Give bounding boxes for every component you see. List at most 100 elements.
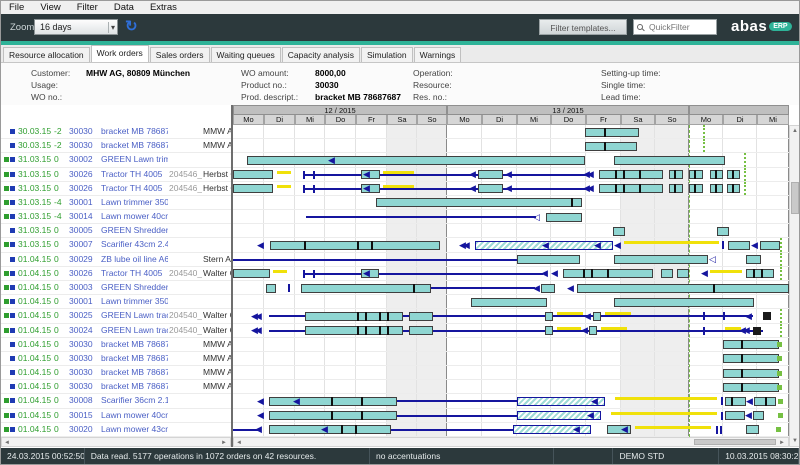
table-row[interactable]: 31.03.15030026Tractor TH 4005204546_15He… <box>1 168 231 182</box>
table-row[interactable]: 31.03.15030026Tractor TH 4005204546_16He… <box>1 182 231 196</box>
gantt-row[interactable]: ◀ <box>233 153 789 167</box>
operation-bar[interactable] <box>746 425 759 434</box>
operation-bar[interactable] <box>723 369 779 378</box>
menu-item-extras[interactable]: Extras <box>150 2 177 13</box>
gantt-row[interactable]: ◀◀◀◀ <box>233 423 789 437</box>
tab-waiting-queues[interactable]: Waiting queues <box>211 47 281 62</box>
operation-bar[interactable] <box>717 227 729 236</box>
operation-bar[interactable] <box>266 284 276 293</box>
tab-simulation[interactable]: Simulation <box>361 47 413 62</box>
gantt-row[interactable]: ◀◀◀◀◀ <box>233 182 789 196</box>
operation-bar[interactable] <box>546 213 582 222</box>
menu-item-filter[interactable]: Filter <box>77 2 98 13</box>
operation-bar[interactable] <box>599 184 663 193</box>
gantt-row[interactable] <box>233 338 789 352</box>
table-row[interactable]: 01.04.15030026Tractor TH 4005204540_29Wa… <box>1 267 231 281</box>
operation-bar[interactable] <box>746 269 774 278</box>
gantt-row[interactable] <box>233 366 789 380</box>
operation-bar[interactable] <box>269 397 397 406</box>
operation-bar[interactable] <box>728 241 750 250</box>
operation-bar[interactable] <box>723 383 779 392</box>
operation-bar[interactable] <box>614 298 754 307</box>
operation-bar[interactable] <box>545 312 553 321</box>
operation-bar[interactable] <box>669 184 683 193</box>
operation-bar[interactable] <box>545 326 553 335</box>
tab-warnings[interactable]: Warnings <box>414 47 462 62</box>
gantt-row[interactable] <box>233 380 789 394</box>
table-row[interactable]: 30.03.15-230030bracket MB 78687MMW AG <box>1 125 231 139</box>
table-row[interactable]: 01.04.15030029ZB lube oil line A61Stern … <box>1 253 231 267</box>
gantt-row[interactable] <box>233 224 789 238</box>
undo-icon[interactable]: ↺ <box>125 17 138 35</box>
scroll-right-icon[interactable]: ► <box>221 439 227 447</box>
table-row[interactable]: 01.04.15030030bracket MB 78687MMW AG <box>1 338 231 352</box>
table-row[interactable]: 01.04.15030003GREEN Shredder 2 <box>1 281 231 295</box>
zoom-select[interactable]: 16 days ▾ <box>34 19 118 35</box>
gantt-row[interactable]: ◀◀◀◀ <box>233 394 789 408</box>
gantt-row[interactable]: ◀◀◀◀◀ <box>233 168 789 182</box>
gantt-row[interactable] <box>233 196 789 210</box>
operation-bar[interactable] <box>269 411 397 420</box>
scroll-up-icon[interactable]: ▲ <box>792 127 798 135</box>
operation-bar[interactable] <box>478 170 503 179</box>
operation-bar[interactable] <box>541 284 555 293</box>
hscroll-thumb[interactable] <box>694 439 776 445</box>
table-row[interactable]: 01.04.15030020Lawn mower 43cm <box>1 423 231 437</box>
operation-bar[interactable] <box>589 326 597 335</box>
operation-bar[interactable] <box>614 255 708 264</box>
operation-bar[interactable] <box>471 298 547 307</box>
operation-bar[interactable] <box>669 170 683 179</box>
operation-bar[interactable] <box>599 170 663 179</box>
tab-sales-orders[interactable]: Sales orders <box>150 47 210 62</box>
operation-bar[interactable] <box>517 255 580 264</box>
operation-bar[interactable] <box>725 397 746 406</box>
vscroll-thumb[interactable] <box>791 182 799 214</box>
operation-bar[interactable] <box>478 184 503 193</box>
operation-bar[interactable] <box>677 269 689 278</box>
scroll-left-icon[interactable]: ◄ <box>236 439 242 447</box>
operation-bar[interactable] <box>270 241 440 250</box>
table-row[interactable]: 31.03.15030005GREEN Shredder 2 <box>1 224 231 238</box>
operation-bar[interactable] <box>753 411 764 420</box>
operation-bar[interactable] <box>585 128 639 137</box>
operation-bar[interactable] <box>689 184 703 193</box>
table-row[interactable]: 01.04.15030001Lawn trimmer 350 <box>1 295 231 309</box>
operation-bar[interactable] <box>269 425 391 434</box>
operation-bar[interactable] <box>376 198 582 207</box>
operation-bar[interactable] <box>746 255 761 264</box>
gantt-vscrollbar[interactable]: ▲▼ <box>789 125 800 447</box>
operation-bar[interactable] <box>409 312 433 321</box>
operation-bar[interactable] <box>723 340 779 349</box>
menu-item-view[interactable]: View <box>40 2 60 13</box>
gantt-row[interactable] <box>233 352 789 366</box>
operation-bar[interactable] <box>725 411 745 420</box>
operation-bar[interactable] <box>689 170 703 179</box>
filter-templates-button[interactable]: Filter templates... <box>539 19 627 35</box>
table-hscrollbar[interactable]: ◄► <box>1 437 231 447</box>
operation-bar[interactable] <box>585 142 637 151</box>
quickfilter-input[interactable] <box>647 21 715 33</box>
operation-bar[interactable] <box>614 156 725 165</box>
operation-bar[interactable] <box>301 284 431 293</box>
tab-work-orders[interactable]: Work orders <box>91 45 149 62</box>
table-row[interactable]: 31.03.15-430001Lawn trimmer 350 <box>1 196 231 210</box>
operation-bar[interactable] <box>247 156 585 165</box>
table-row[interactable]: 01.04.15030030bracket MB 78687MMW AG <box>1 380 231 394</box>
scroll-down-icon[interactable]: ▼ <box>792 437 798 445</box>
gantt-row[interactable]: ◀◀◀◀ <box>233 267 789 281</box>
scroll-right-icon[interactable]: ► <box>779 439 785 447</box>
tab-capacity-analysis[interactable]: Capacity analysis <box>282 47 360 62</box>
gantt-hscrollbar[interactable]: ◄► <box>233 437 789 447</box>
table-row[interactable]: 31.03.15030002GREEN Lawn trimm <box>1 153 231 167</box>
operation-bar[interactable] <box>593 312 601 321</box>
operation-bar[interactable] <box>233 170 273 179</box>
operation-bar[interactable] <box>577 284 789 293</box>
gantt-row[interactable] <box>233 125 789 139</box>
gantt-row[interactable]: ◀◀◀ <box>233 409 789 423</box>
operation-bar[interactable] <box>661 269 673 278</box>
menu-item-file[interactable]: File <box>9 2 24 13</box>
menu-item-data[interactable]: Data <box>114 2 134 13</box>
scroll-left-icon[interactable]: ◄ <box>4 439 10 447</box>
gantt-row[interactable] <box>233 295 789 309</box>
tab-resource-allocation[interactable]: Resource allocation <box>3 47 90 62</box>
